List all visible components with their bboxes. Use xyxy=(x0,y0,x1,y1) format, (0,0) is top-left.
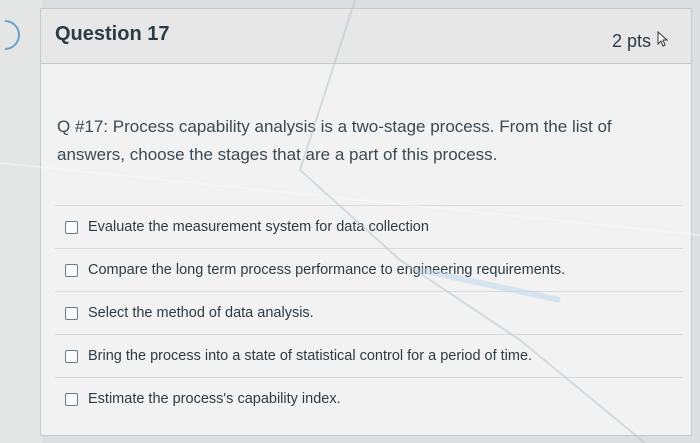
answer-option[interactable]: Select the method of data analysis. xyxy=(55,291,683,334)
answer-list: Evaluate the measurement system for data… xyxy=(55,205,683,420)
answer-checkbox[interactable] xyxy=(65,220,78,234)
question-header: Question 17 2 pts xyxy=(41,9,691,64)
question-card: Question 17 2 pts Q #17: Process capabil… xyxy=(40,8,692,436)
answer-option[interactable]: Compare the long term process performanc… xyxy=(55,248,683,291)
answer-label: Evaluate the measurement system for data… xyxy=(88,219,429,235)
answer-checkbox[interactable] xyxy=(65,306,78,320)
answer-label: Estimate the process's capability index. xyxy=(88,391,341,407)
answer-checkbox[interactable] xyxy=(65,263,78,277)
question-body: Q #17: Process capability analysis is a … xyxy=(57,113,637,169)
answer-label: Compare the long term process performanc… xyxy=(88,262,566,278)
answer-checkbox[interactable] xyxy=(65,392,78,406)
answer-option[interactable]: Estimate the process's capability index. xyxy=(55,377,683,420)
question-points: 2 pts xyxy=(611,31,651,51)
answer-label: Bring the process into a state of statis… xyxy=(88,348,533,364)
left-strip xyxy=(0,0,42,443)
question-text: Q #17: Process capability analysis is a … xyxy=(57,117,612,164)
question-title: Question 17 xyxy=(55,23,170,45)
previous-arrow-icon[interactable] xyxy=(0,13,27,57)
mouse-pointer-icon xyxy=(657,31,669,47)
answer-label: Select the method of data analysis. xyxy=(88,305,314,321)
answer-checkbox[interactable] xyxy=(65,349,78,363)
answer-option[interactable]: Bring the process into a state of statis… xyxy=(55,334,683,377)
answer-option[interactable]: Evaluate the measurement system for data… xyxy=(55,205,683,248)
